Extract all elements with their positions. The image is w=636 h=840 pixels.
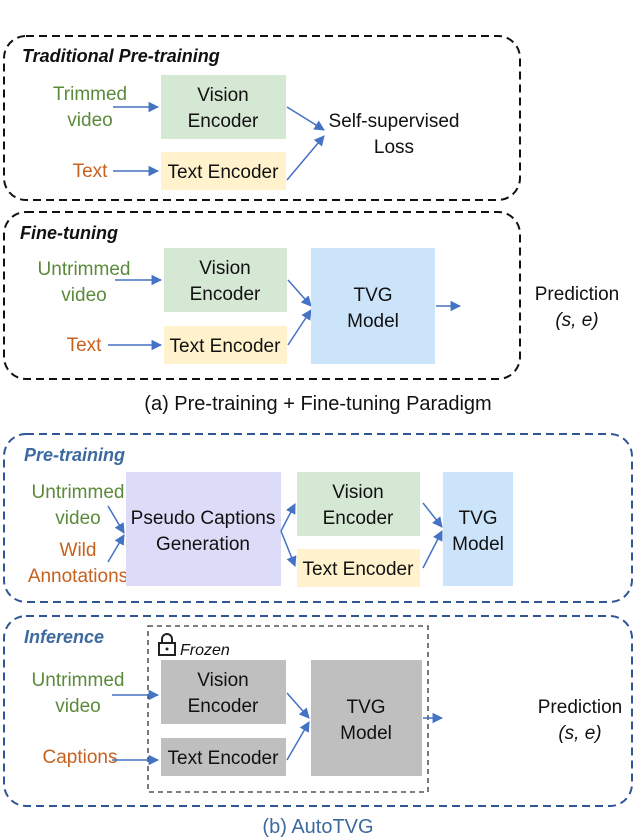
caption-a: (a) Pre-training + Fine-tuning Paradigm <box>144 393 491 415</box>
pseudo-captions-label-1: Pseudo Captions <box>131 508 276 529</box>
pseudo-captions-box <box>126 472 281 586</box>
pretraining-title: Pre-training <box>24 445 125 465</box>
loss-label-2: Loss <box>374 137 414 158</box>
diagram-canvas: Traditional Pre-training Trimmed video T… <box>3 35 633 838</box>
arrow-text-to-tvg <box>287 309 312 346</box>
arrow-text-to-loss <box>286 135 325 181</box>
untrimmed-video-label-1: Untrimmed <box>32 482 125 503</box>
arrow-pseudo-to-text <box>280 530 297 567</box>
untrimmed-video-label-1: Untrimmed <box>38 259 131 280</box>
vision-encoder-label-2: Encoder <box>190 284 261 305</box>
untrimmed-video-label-1: Untrimmed <box>32 670 125 691</box>
text-encoder-label: Text Encoder <box>168 748 280 769</box>
traditional-title: Traditional Pre-training <box>22 46 220 66</box>
tvg-model-box <box>311 660 422 776</box>
frozen-label: Frozen <box>180 642 230 659</box>
prediction-label: Prediction <box>538 697 623 718</box>
arrow-video-to-pseudo <box>107 505 125 534</box>
vision-encoder-label-1: Vision <box>332 482 383 503</box>
text-input-label: Text <box>73 161 109 182</box>
arrow-text-to-tvg <box>286 721 310 761</box>
autotvg-pretraining-panel: Pre-training Untrimmed video Wild Annota… <box>3 433 633 603</box>
text-encoder-label: Text Encoder <box>168 162 280 183</box>
arrow-vision-to-loss <box>286 106 325 131</box>
tvg-model-label-1: TVG <box>346 697 385 718</box>
caption-b: (b) AutoTVG <box>262 816 373 838</box>
tvg-model-label-1: TVG <box>458 508 497 529</box>
vision-encoder-label-1: Vision <box>197 670 248 691</box>
vision-encoder-label-1: Vision <box>197 85 248 106</box>
arrow-text-to-tvg <box>422 530 443 569</box>
arrow-annotations-to-pseudo <box>107 534 125 563</box>
tvg-model-box <box>311 248 435 364</box>
autotvg-inference-panel: Inference Frozen Untrimmed video Caption… <box>3 615 633 807</box>
finetuning-panel: Fine-tuning Untrimmed video Text Vision … <box>3 211 620 380</box>
text-encoder-label: Text Encoder <box>303 559 415 580</box>
finetuning-title: Fine-tuning <box>20 223 118 243</box>
tvg-model-label-1: TVG <box>353 285 392 306</box>
arrow-pseudo-to-vision <box>280 503 296 532</box>
wild-annotations-label-2: Annotations <box>28 566 128 587</box>
traditional-pretraining-panel: Traditional Pre-training Trimmed video T… <box>3 35 521 201</box>
loss-label-1: Self-supervised <box>329 111 460 132</box>
tvg-model-label-2: Model <box>452 534 504 555</box>
vision-encoder-label-2: Encoder <box>188 696 259 717</box>
tvg-model-box <box>443 472 513 586</box>
tvg-model-label-2: Model <box>340 723 392 744</box>
prediction-span-label: (s, e) <box>558 723 601 744</box>
arrow-vision-to-tvg <box>287 279 312 307</box>
wild-annotations-label-1: Wild <box>60 540 97 561</box>
vision-encoder-label-2: Encoder <box>323 508 394 529</box>
inference-title: Inference <box>24 627 104 647</box>
vision-encoder-label-1: Vision <box>199 258 250 279</box>
pseudo-captions-label-2: Generation <box>156 534 250 555</box>
untrimmed-video-label-2: video <box>55 508 100 529</box>
prediction-label: Prediction <box>535 284 620 305</box>
tvg-model-label-2: Model <box>347 311 399 332</box>
captions-label: Captions <box>43 747 118 768</box>
prediction-span-label: (s, e) <box>555 310 598 331</box>
untrimmed-video-label-2: video <box>61 285 106 306</box>
vision-encoder-label-2: Encoder <box>188 111 259 132</box>
arrow-vision-to-tvg <box>286 692 310 719</box>
lock-icon <box>158 633 176 656</box>
arrow-vision-to-tvg <box>422 502 443 528</box>
untrimmed-video-label-2: video <box>55 696 100 717</box>
trimmed-video-label-2: video <box>67 110 112 131</box>
text-input-label: Text <box>67 335 103 356</box>
trimmed-video-label-1: Trimmed <box>53 84 127 105</box>
text-encoder-label: Text Encoder <box>170 336 282 357</box>
